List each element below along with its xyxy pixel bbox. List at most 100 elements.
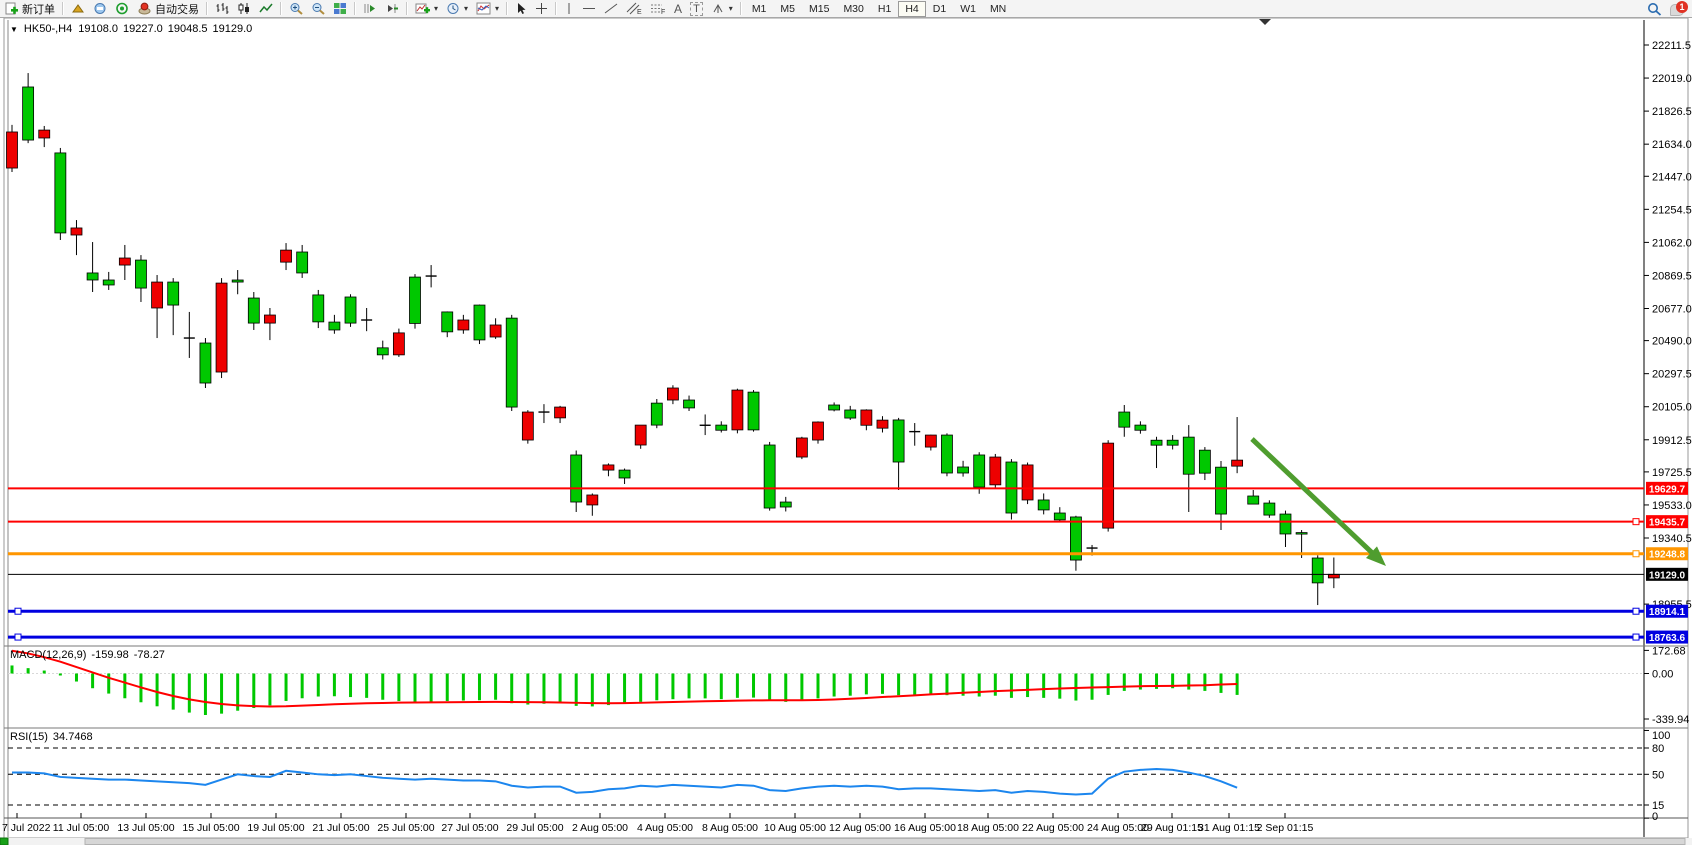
timeframe-button-M15[interactable]: M15 xyxy=(802,1,836,17)
candle-body xyxy=(248,298,259,323)
rsi-label-row: RSI(15) 34.7468 xyxy=(10,731,93,743)
candle-body xyxy=(893,420,904,462)
timeframe-button-MN[interactable]: MN xyxy=(983,1,1013,17)
notification-count-badge: 1 xyxy=(1676,1,1688,13)
line-handle[interactable] xyxy=(15,634,21,640)
candle-body xyxy=(71,228,82,235)
rsi-indicator-name: RSI(15) xyxy=(10,731,48,743)
horizontal-line-tool-button[interactable] xyxy=(578,1,600,16)
candle-body xyxy=(490,325,501,337)
arrows-tool-button[interactable]: ▾ xyxy=(707,1,737,16)
chart-profile-button[interactable] xyxy=(67,1,89,16)
candle-body xyxy=(603,465,614,470)
candle-body xyxy=(474,305,485,340)
chart-ohlc: 19108.0 19227.0 19048.5 19129.0 xyxy=(78,23,252,35)
chart-menu-arrow[interactable]: ▼ xyxy=(10,25,18,34)
candle-body xyxy=(667,388,678,400)
price-tick-label: 20869.5 xyxy=(1652,270,1692,282)
tile-windows-button[interactable] xyxy=(329,1,351,16)
candle-body xyxy=(1216,467,1227,514)
h-scrollbar-thumb[interactable] xyxy=(85,839,1685,845)
bar-chart-button[interactable] xyxy=(211,1,233,16)
vertical-line-tool-button[interactable] xyxy=(560,1,578,16)
new-chart-button[interactable]: ▾ xyxy=(411,1,442,16)
candle-body xyxy=(877,420,888,428)
timeframe-toolbar: M1M5M15M30H1H4D1W1MN xyxy=(745,1,1013,17)
timeframe-button-M30[interactable]: M30 xyxy=(836,1,870,17)
line-handle[interactable] xyxy=(15,608,21,614)
timeframe-button-H4[interactable]: H4 xyxy=(898,1,925,17)
zoom-in-button[interactable] xyxy=(285,1,307,16)
tile-windows-icon xyxy=(333,2,347,15)
candle-body xyxy=(571,455,582,502)
candle-body xyxy=(1328,574,1339,578)
price-tick-label: 22019.0 xyxy=(1652,73,1692,85)
candle-body xyxy=(1280,514,1291,534)
toolbar-separator xyxy=(62,2,64,15)
trendline-tool-button[interactable] xyxy=(600,1,622,16)
toolbar-separator xyxy=(406,2,408,15)
rsi-axis-label: 80 xyxy=(1652,743,1664,755)
line-chart-button[interactable] xyxy=(255,1,277,16)
notifications-button[interactable]: 1 xyxy=(1670,2,1686,16)
candle-body xyxy=(23,87,34,140)
candle-body xyxy=(281,250,292,262)
rsi-axis-label: 100 xyxy=(1652,730,1670,742)
candle-body xyxy=(1022,465,1033,500)
crosshair-tool-button[interactable] xyxy=(531,1,552,16)
candle-body xyxy=(1103,443,1114,528)
candle-body xyxy=(1248,496,1259,504)
auto-scroll-button[interactable] xyxy=(359,1,381,16)
date-tick-label: 2 Sep 01:15 xyxy=(1257,822,1314,834)
indicators-button[interactable]: ▾ xyxy=(472,1,503,16)
rsi-axis-label: 0 xyxy=(1652,811,1658,823)
timeframe-button-H1[interactable]: H1 xyxy=(871,1,898,17)
market-watch-button[interactable] xyxy=(89,1,111,16)
auto-scroll-icon xyxy=(363,2,377,15)
cursor-icon xyxy=(515,2,527,15)
equidistant-channel-tool-button[interactable]: E xyxy=(622,1,646,16)
candle-body xyxy=(1054,513,1065,520)
candle-body xyxy=(829,405,840,410)
text-label-tool-button[interactable]: T xyxy=(686,1,707,16)
market-watch-icon xyxy=(93,2,107,15)
line-handle[interactable] xyxy=(1633,608,1639,614)
candle-body xyxy=(216,283,227,372)
candlestick-chart-button[interactable] xyxy=(233,1,255,16)
macd-label-row: MACD(12,26,9) -159.98 -78.27 xyxy=(10,649,165,661)
date-tick-label: 11 Jul 05:00 xyxy=(53,822,110,834)
macd-main-value: -159.98 xyxy=(91,649,128,661)
candle-body xyxy=(732,390,743,430)
new-order-button[interactable]: 新订单 xyxy=(0,1,59,16)
toolbar-separator xyxy=(506,2,508,15)
line-handle[interactable] xyxy=(1633,634,1639,640)
fibonacci-tool-button[interactable]: F xyxy=(646,1,670,16)
timeframe-button-D1[interactable]: D1 xyxy=(926,1,953,17)
price-tick-label: 22211.5 xyxy=(1652,40,1691,52)
text-tool-button[interactable]: A xyxy=(670,1,686,16)
date-tick-label: 4 Aug 05:00 xyxy=(637,822,693,834)
candle-body xyxy=(555,407,566,418)
candle-body xyxy=(168,282,179,305)
periods-button[interactable]: ▾ xyxy=(442,1,472,16)
date-tick-label: 22 Aug 05:00 xyxy=(1022,822,1084,834)
equidistant-channel-icon: E xyxy=(626,2,642,15)
cursor-tool-button[interactable] xyxy=(511,1,531,16)
date-tick-label: 31 Aug 01:15 xyxy=(1198,822,1260,834)
price-line-label: 19629.7 xyxy=(1649,484,1686,495)
new-order-label: 新订单 xyxy=(22,1,55,17)
timeframe-button-W1[interactable]: W1 xyxy=(953,1,983,17)
candle-body xyxy=(764,445,775,508)
zoom-out-button[interactable] xyxy=(307,1,329,16)
autotrading-button[interactable]: 自动交易 xyxy=(133,1,203,16)
period-clock-icon xyxy=(446,2,460,15)
line-handle[interactable] xyxy=(1633,519,1639,525)
chart-shift-button[interactable] xyxy=(381,1,403,16)
line-handle[interactable] xyxy=(1633,551,1639,557)
candle-body xyxy=(313,295,324,322)
navigator-button[interactable] xyxy=(111,1,133,16)
date-tick-label: 15 Jul 05:00 xyxy=(182,822,239,834)
timeframe-button-M1[interactable]: M1 xyxy=(745,1,774,17)
search-icon[interactable] xyxy=(1647,2,1662,16)
timeframe-button-M5[interactable]: M5 xyxy=(773,1,802,17)
